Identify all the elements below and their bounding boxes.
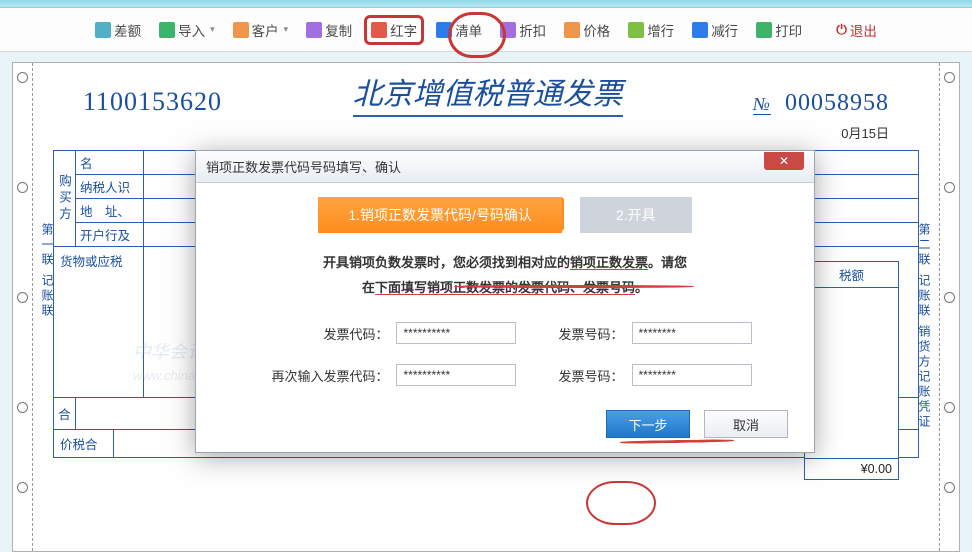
invoice-header: 1100153620 北京增值税普通发票 № 00058958 (13, 63, 959, 119)
copy-label-left: 第一联 记账联 (39, 223, 56, 319)
invoice-title: 北京增值税普通发票 (353, 69, 623, 117)
note-keyword: 销项正数发票 (570, 255, 648, 270)
invoice-code: 1100153620 (83, 87, 222, 117)
toolbar-price[interactable]: 价格 (558, 17, 616, 43)
buyer-taxid-label: 纳税人识 (76, 175, 144, 198)
toolbar-label: 导入 (178, 20, 205, 40)
invoice-no2-input[interactable] (632, 364, 752, 386)
window-titlebar (0, 0, 972, 8)
note-keyword: 下面填写销项正数发票的发票代码、发票号码 (375, 280, 635, 295)
dialog-note: 开具销项负数发票时，您必须找到相对应的销项正数发票。请您 在下面填写销项正数发票… (252, 251, 758, 300)
toolbar-addrow[interactable]: 增行 (622, 17, 680, 43)
invoice-no2-label: 发票号码： (558, 366, 623, 385)
toolbar-label: 复制 (325, 20, 352, 40)
toolbar-label: 红字 (390, 20, 417, 40)
toolbar-delrow[interactable]: 减行 (686, 17, 744, 43)
invoice-no-label: 发票号码： (558, 324, 623, 343)
buyer-name-label: 名 (76, 151, 144, 174)
cancel-button[interactable]: 取消 (704, 410, 788, 438)
del-row-icon (692, 22, 708, 38)
main-toolbar: 差额 导入 客户 复制 红字 清单 折扣 价格 增行 减行 打印 ⏻退出 (0, 8, 972, 52)
list-icon (436, 22, 452, 38)
sprocket-right (939, 63, 959, 551)
toolbar-label: 打印 (775, 20, 802, 40)
dialog-footer: 下一步 取消 (196, 400, 814, 452)
step-2: 2.开具 (580, 197, 692, 233)
invoice-no-input[interactable] (632, 322, 752, 344)
toolbar-discount[interactable]: 折扣 (494, 17, 552, 43)
invoice-code-label: 发票代码： (258, 324, 388, 343)
dialog-title-text: 销项正数发票代码号码填写、确认 (206, 157, 401, 176)
dialog-body: 1.销项正数发票代码/号码确认 2.开具 开具销项负数发票时，您必须找到相对应的… (196, 183, 814, 400)
sprocket-left (13, 63, 33, 551)
note-text: 在 (362, 280, 375, 295)
dialog-titlebar[interactable]: 销项正数发票代码号码填写、确认 ✕ (196, 151, 814, 183)
toolbar-label: 增行 (647, 20, 674, 40)
note-text: 。 (635, 280, 648, 295)
toolbar-copy[interactable]: 复制 (300, 17, 358, 43)
dialog-form: 发票代码： 发票号码： 再次输入发票代码： 发票号码： (222, 322, 788, 386)
power-icon: ⏻ (836, 22, 847, 38)
total-label: 价税合 (54, 430, 114, 457)
dialog-close-button[interactable]: ✕ (764, 152, 804, 170)
toolbar-label: 差额 (114, 20, 141, 40)
toolbar-label: 退出 (850, 20, 877, 40)
toolbar-chae[interactable]: 差额 (89, 17, 147, 43)
number-symbol: № (753, 94, 771, 115)
price-icon (564, 22, 580, 38)
copy-label-right: 第二联 记账联 销货方记账凭证 (916, 223, 933, 430)
balance-icon (95, 22, 111, 38)
form-row-1: 发票代码： 发票号码： (258, 322, 751, 344)
toolbar-label: 价格 (583, 20, 610, 40)
invoice-code2-label: 再次输入发票代码： (258, 366, 388, 385)
toolbar-label: 减行 (711, 20, 738, 40)
toolbar-label: 折扣 (519, 20, 546, 40)
add-row-icon (628, 22, 644, 38)
note-text: 。请您 (648, 255, 687, 270)
toolbar-list[interactable]: 清单 (430, 17, 488, 43)
toolbar-label: 清单 (455, 20, 482, 40)
toolbar-customer[interactable]: 客户 (227, 17, 295, 43)
invoice-date-partial: 0月15日 (13, 119, 959, 144)
buyer-section-label: 购买方 (54, 151, 76, 246)
buyer-addr-label: 地 址、 (76, 199, 144, 222)
discount-icon (500, 22, 516, 38)
toolbar-redletter[interactable]: 红字 (364, 15, 424, 45)
note-text: 开具销项负数发票时，您必须找到相对应的 (323, 255, 570, 270)
buyer-bank-label: 开户行及 (76, 223, 144, 246)
form-row-2: 再次输入发票代码： 发票号码： (258, 364, 751, 386)
tax-column: 税额 ¥0.00 (804, 261, 899, 480)
tax-body (805, 288, 898, 458)
copy-icon (306, 22, 322, 38)
invoice-number: № 00058958 (753, 90, 889, 117)
next-button[interactable]: 下一步 (606, 410, 690, 438)
import-icon (159, 22, 175, 38)
toolbar-exit[interactable]: ⏻退出 (830, 17, 883, 43)
code-confirm-dialog: 销项正数发票代码号码填写、确认 ✕ 1.销项正数发票代码/号码确认 2.开具 开… (195, 150, 815, 453)
red-icon (371, 22, 387, 38)
step-1: 1.销项正数发票代码/号码确认 (318, 197, 562, 233)
tax-header: 税额 (805, 262, 898, 288)
customer-icon (233, 22, 249, 38)
toolbar-print[interactable]: 打印 (750, 17, 808, 43)
goods-header-label: 货物或应税 (54, 247, 144, 397)
toolbar-label: 客户 (252, 20, 279, 40)
tax-footer: ¥0.00 (805, 458, 898, 479)
invoice-code2-input[interactable] (396, 364, 516, 386)
print-icon (756, 22, 772, 38)
invoice-number-value: 00058958 (785, 90, 889, 116)
invoice-code-input[interactable] (396, 322, 516, 344)
toolbar-import[interactable]: 导入 (153, 17, 221, 43)
step-indicator: 1.销项正数发票代码/号码确认 2.开具 (222, 197, 788, 233)
sum-label: 合 (54, 398, 76, 429)
